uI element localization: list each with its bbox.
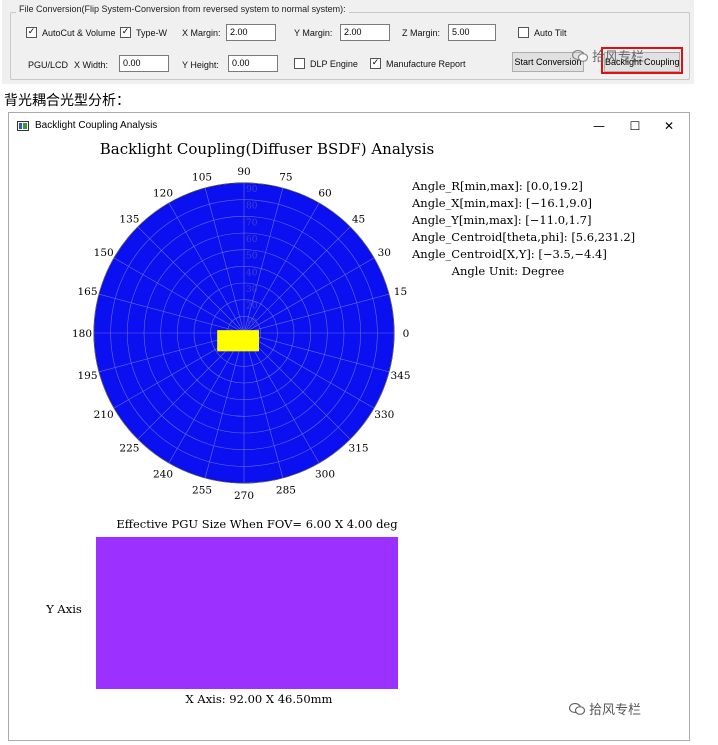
- angle-tick-label: 30: [378, 247, 391, 259]
- dlp-engine-label: DLP Engine: [310, 59, 358, 69]
- group-title: File Conversion(Flip System-Conversion f…: [16, 4, 349, 14]
- typew-checkbox[interactable]: ✓: [120, 27, 131, 38]
- angle-tick-label: 120: [153, 188, 173, 200]
- plot-canvas: Backlight Coupling(Diffuser BSDF) Analys…: [45, 140, 635, 706]
- radial-tick-label: 60: [246, 235, 258, 245]
- wechat-icon: [569, 703, 585, 715]
- autocut-label: AutoCut & Volume: [42, 28, 116, 38]
- y-height-label: Y Height:: [182, 60, 219, 70]
- info-line: Angle_Y[min,max]: [−11.0,1.7]: [411, 213, 591, 227]
- watermark-text: 拾风专栏: [592, 49, 645, 64]
- radial-tick-label: 40: [246, 268, 258, 278]
- angle-tick-label: 195: [77, 370, 97, 382]
- angle-tick-label: 150: [94, 247, 114, 259]
- window-title: Backlight Coupling Analysis: [35, 120, 158, 131]
- y-height-input[interactable]: 0.00: [228, 55, 278, 72]
- radial-tick-label: 20: [246, 302, 258, 312]
- minimize-button[interactable]: —: [585, 117, 613, 135]
- angle-tick-label: 135: [119, 213, 139, 225]
- angle-tick-label: 45: [352, 213, 365, 225]
- angle-tick-label: 90: [237, 166, 250, 178]
- radial-tick-label: 70: [246, 218, 258, 228]
- y-margin-label: Y Margin:: [294, 28, 333, 38]
- angle-tick-label: 240: [153, 468, 173, 480]
- info-line: Angle_X[min,max]: [−16.1,9.0]: [411, 196, 592, 210]
- watermark-text: 拾风专栏: [589, 702, 642, 717]
- plot-area: Backlight Coupling(Diffuser BSDF) Analys…: [9, 139, 689, 740]
- info-line: Angle_R[min,max]: [0.0,19.2]: [411, 179, 583, 193]
- file-conversion-panel: File Conversion(Flip System-Conversion f…: [2, 0, 694, 84]
- info-line: Angle_Centroid[X,Y]: [−3.5,−4.4]: [411, 247, 607, 261]
- window-title-bar[interactable]: Backlight Coupling Analysis — ☐ ✕: [9, 113, 689, 139]
- radial-tick-label: 90: [246, 185, 258, 195]
- angle-tick-label: 225: [119, 443, 139, 455]
- angle-tick-label: 315: [349, 443, 369, 455]
- angle-tick-label: 210: [94, 409, 114, 421]
- y-margin-input[interactable]: 2.00: [340, 24, 390, 41]
- angle-tick-label: 60: [318, 188, 331, 200]
- auto-tilt-checkbox[interactable]: [518, 27, 529, 38]
- maximize-button[interactable]: ☐: [621, 117, 649, 135]
- angle-tick-label: 105: [192, 172, 212, 184]
- pgu-x-axis-label: X Axis: 92.00 X 46.50mm: [186, 692, 333, 706]
- info-line: Angle Unit: Degree: [451, 264, 565, 278]
- pgu-lcd-label: PGU/LCD: [28, 60, 69, 70]
- typew-label: Type-W: [136, 28, 168, 38]
- angle-tick-label: 0: [403, 328, 410, 340]
- plot-title: Backlight Coupling(Diffuser BSDF) Analys…: [100, 140, 435, 158]
- watermark-top: 拾风专栏: [572, 46, 644, 65]
- angle-tick-label: 255: [192, 484, 212, 496]
- x-margin-label: X Margin:: [182, 28, 221, 38]
- app-window-icon: [17, 121, 29, 131]
- radial-tick-label: 30: [246, 285, 258, 295]
- pgu-title: Effective PGU Size When FOV= 6.00 X 4.00…: [116, 517, 398, 531]
- x-width-input[interactable]: 0.00: [119, 55, 169, 72]
- radial-tick-label: 80: [246, 202, 258, 212]
- radial-tick-label: 50: [246, 252, 258, 262]
- angle-tick-label: 330: [374, 409, 394, 421]
- manufacture-report-checkbox[interactable]: ✓: [370, 58, 381, 69]
- radial-tick-label: 10: [246, 318, 258, 328]
- z-margin-input[interactable]: 5.00: [448, 24, 496, 41]
- info-line: Angle_Centroid[theta,phi]: [5.6,231.2]: [411, 230, 635, 244]
- angle-tick-label: 15: [394, 286, 407, 298]
- caption: 背光耦合光型分析：: [4, 93, 130, 109]
- x-width-label: X Width:: [74, 60, 109, 70]
- angle-tick-label: 285: [276, 484, 296, 496]
- autocut-checkbox[interactable]: ✓: [26, 27, 37, 38]
- close-button[interactable]: ✕: [655, 117, 683, 135]
- watermark-bottom: 拾风专栏: [569, 699, 641, 718]
- manufacture-report-label: Manufacture Report: [386, 59, 466, 69]
- angle-tick-label: 75: [279, 172, 292, 184]
- info-panel: Angle_R[min,max]: [0.0,19.2] Angle_X[min,…: [411, 179, 635, 278]
- light-spot: [217, 330, 259, 352]
- angle-tick-label: 300: [315, 468, 335, 480]
- angle-tick-label: 270: [234, 490, 254, 502]
- angle-tick-label: 345: [390, 370, 410, 382]
- angle-tick-label: 180: [72, 328, 92, 340]
- wechat-icon: [572, 50, 588, 62]
- angle-tick-label: 165: [77, 286, 97, 298]
- x-margin-input[interactable]: 2.00: [226, 24, 276, 41]
- auto-tilt-label: Auto Tilt: [534, 28, 567, 38]
- dlp-engine-checkbox[interactable]: [294, 58, 305, 69]
- polar-plot: 90 80 70 60 50 40 30 20 10 0 15 30 45 60 75 90 105 120 135…: [72, 166, 411, 502]
- analysis-window: Backlight Coupling Analysis — ☐ ✕ Backli…: [8, 112, 690, 741]
- pgu-y-axis-label: Y Axis: [45, 602, 82, 616]
- z-margin-label: Z Margin:: [402, 28, 441, 38]
- pgu-rectangle: [96, 537, 398, 689]
